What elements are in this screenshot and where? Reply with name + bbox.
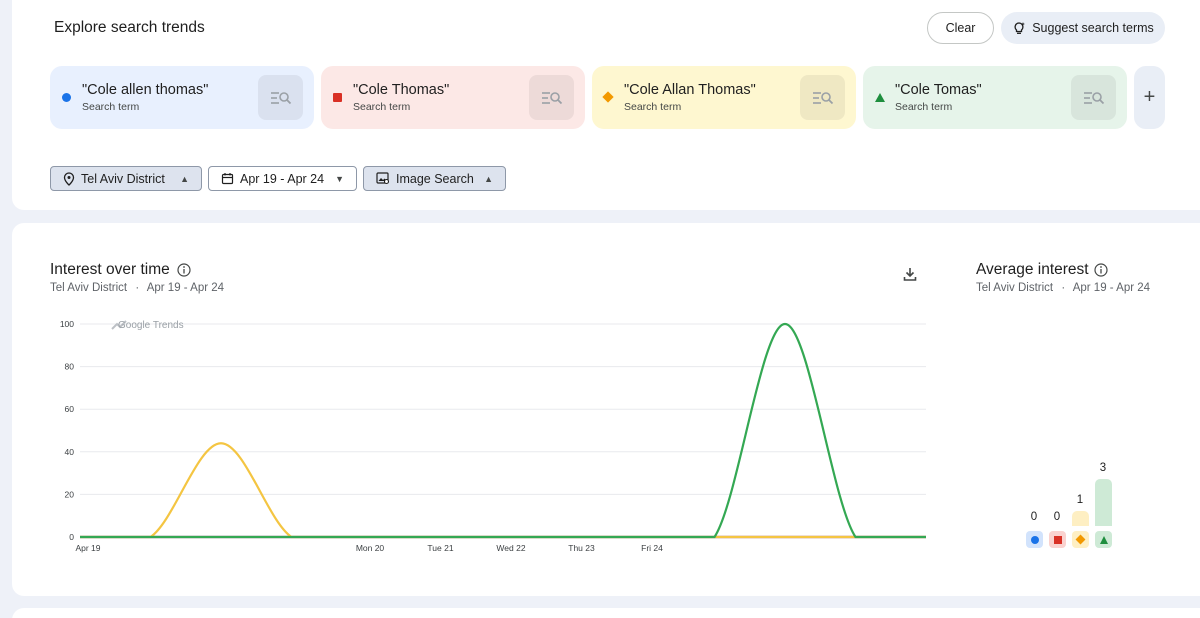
- caret-up-icon: ▲: [180, 173, 189, 184]
- add-term-button[interactable]: +: [1134, 66, 1165, 129]
- interest-title: Interest over time: [50, 261, 170, 278]
- info-icon[interactable]: [177, 263, 191, 277]
- range-text: Apr 19 - Apr 24: [146, 282, 225, 294]
- interest-panel: Interest over time Tel Aviv District · A…: [12, 223, 1200, 596]
- search-list-icon[interactable]: [1071, 75, 1116, 120]
- caret-down-icon: ▼: [335, 173, 344, 184]
- explore-panel: Explore search trends Clear Suggest sear…: [12, 0, 1200, 210]
- square-marker-icon: [333, 93, 342, 102]
- interest-line-chart: 0 20 40 60 80 100 Apr 19 Mon 20 Tue 21 Wed 22 Thu…: [60, 319, 926, 553]
- search-term-card[interactable]: "Cole Tomas" Search term: [863, 66, 1127, 129]
- search-term-label: "Cole Allan Thomas": [624, 82, 756, 98]
- next-panel: [12, 608, 1200, 618]
- y-tick-label: 60: [65, 404, 75, 414]
- watermark-text: Google Trends: [118, 320, 184, 331]
- y-tick-label: 20: [65, 489, 75, 499]
- search-list-icon[interactable]: [800, 75, 845, 120]
- suggest-label: Suggest search terms: [1032, 21, 1154, 35]
- clear-button[interactable]: Clear: [927, 12, 994, 44]
- location-filter-label: Tel Aviv District: [81, 171, 165, 186]
- search-list-icon[interactable]: [258, 75, 303, 120]
- average-value: 3: [1099, 462, 1107, 474]
- y-tick-label: 40: [65, 447, 75, 457]
- location-pin-icon: [63, 171, 75, 186]
- x-tick-label: Apr 19: [75, 543, 100, 553]
- triangle-marker-icon: [875, 93, 885, 102]
- search-term-label: "Cole allen thomas": [82, 82, 209, 98]
- search-term-card[interactable]: "Cole Thomas" Search term: [321, 66, 585, 129]
- search-term-label: "Cole Tomas": [895, 82, 982, 98]
- page-title: Explore search trends: [54, 19, 205, 36]
- search-list-icon[interactable]: [529, 75, 574, 120]
- location-text: Tel Aviv District: [976, 282, 1054, 294]
- average-subtitle: Tel Aviv District · Apr 19 - Apr 24: [976, 282, 1150, 294]
- y-tick-label: 80: [65, 362, 75, 372]
- search-term-type: Search term: [895, 101, 953, 113]
- image-search-icon: [376, 172, 390, 185]
- series-line: [80, 322, 926, 539]
- info-icon[interactable]: [1094, 263, 1108, 277]
- separator: ·: [1061, 282, 1066, 294]
- series-line: [80, 442, 926, 539]
- x-tick-label: Fri 24: [641, 543, 663, 553]
- average-value: 0: [1030, 511, 1038, 523]
- square-marker-icon: [1049, 531, 1066, 548]
- x-tick-label: Tue 21: [427, 543, 453, 553]
- y-tick-label: 0: [69, 532, 74, 542]
- average-value: 1: [1076, 494, 1084, 506]
- average-value: 0: [1053, 511, 1061, 523]
- separator: ·: [135, 282, 140, 294]
- search-term-type: Search term: [353, 101, 411, 113]
- average-title: Average interest: [976, 261, 1089, 278]
- location-text: Tel Aviv District: [50, 282, 128, 294]
- x-tick-label: Wed 22: [496, 543, 525, 553]
- search-term-type: Search term: [624, 101, 682, 113]
- caret-up-icon: ▲: [484, 173, 493, 184]
- sparkle-bulb-icon: [1014, 22, 1026, 34]
- search-term-card[interactable]: "Cole allen thomas" Search term: [50, 66, 314, 129]
- average-bar: [1095, 479, 1112, 526]
- date-filter-label: Apr 19 - Apr 24: [240, 171, 325, 186]
- circle-marker-icon: [62, 93, 71, 102]
- x-tick-label: Thu 23: [568, 543, 595, 553]
- triangle-marker-icon: [1095, 531, 1112, 548]
- suggest-search-terms-button[interactable]: Suggest search terms: [1001, 12, 1165, 44]
- circle-marker-icon: [1026, 531, 1043, 548]
- x-tick-label: Mon 20: [356, 543, 385, 553]
- search-type-filter[interactable]: Image Search ▲: [363, 166, 506, 191]
- search-term-label: "Cole Thomas": [353, 82, 450, 98]
- date-filter[interactable]: Apr 19 - Apr 24 ▼: [208, 166, 357, 191]
- google-trends-watermark: Google Trends: [111, 320, 184, 331]
- interest-subtitle: Tel Aviv District · Apr 19 - Apr 24: [50, 282, 224, 294]
- location-filter[interactable]: Tel Aviv District ▲: [50, 166, 202, 191]
- download-icon[interactable]: [902, 266, 918, 282]
- range-text: Apr 19 - Apr 24: [1072, 282, 1151, 294]
- search-term-card[interactable]: "Cole Allan Thomas" Search term: [592, 66, 856, 129]
- diamond-marker-icon: [602, 91, 614, 103]
- calendar-icon: [221, 173, 234, 185]
- search-term-type: Search term: [82, 101, 140, 113]
- average-bar: [1072, 511, 1089, 526]
- search-type-label: Image Search: [396, 171, 474, 186]
- diamond-marker-icon: [1072, 531, 1089, 548]
- y-tick-label: 100: [60, 319, 74, 329]
- plus-icon: +: [1143, 86, 1156, 108]
